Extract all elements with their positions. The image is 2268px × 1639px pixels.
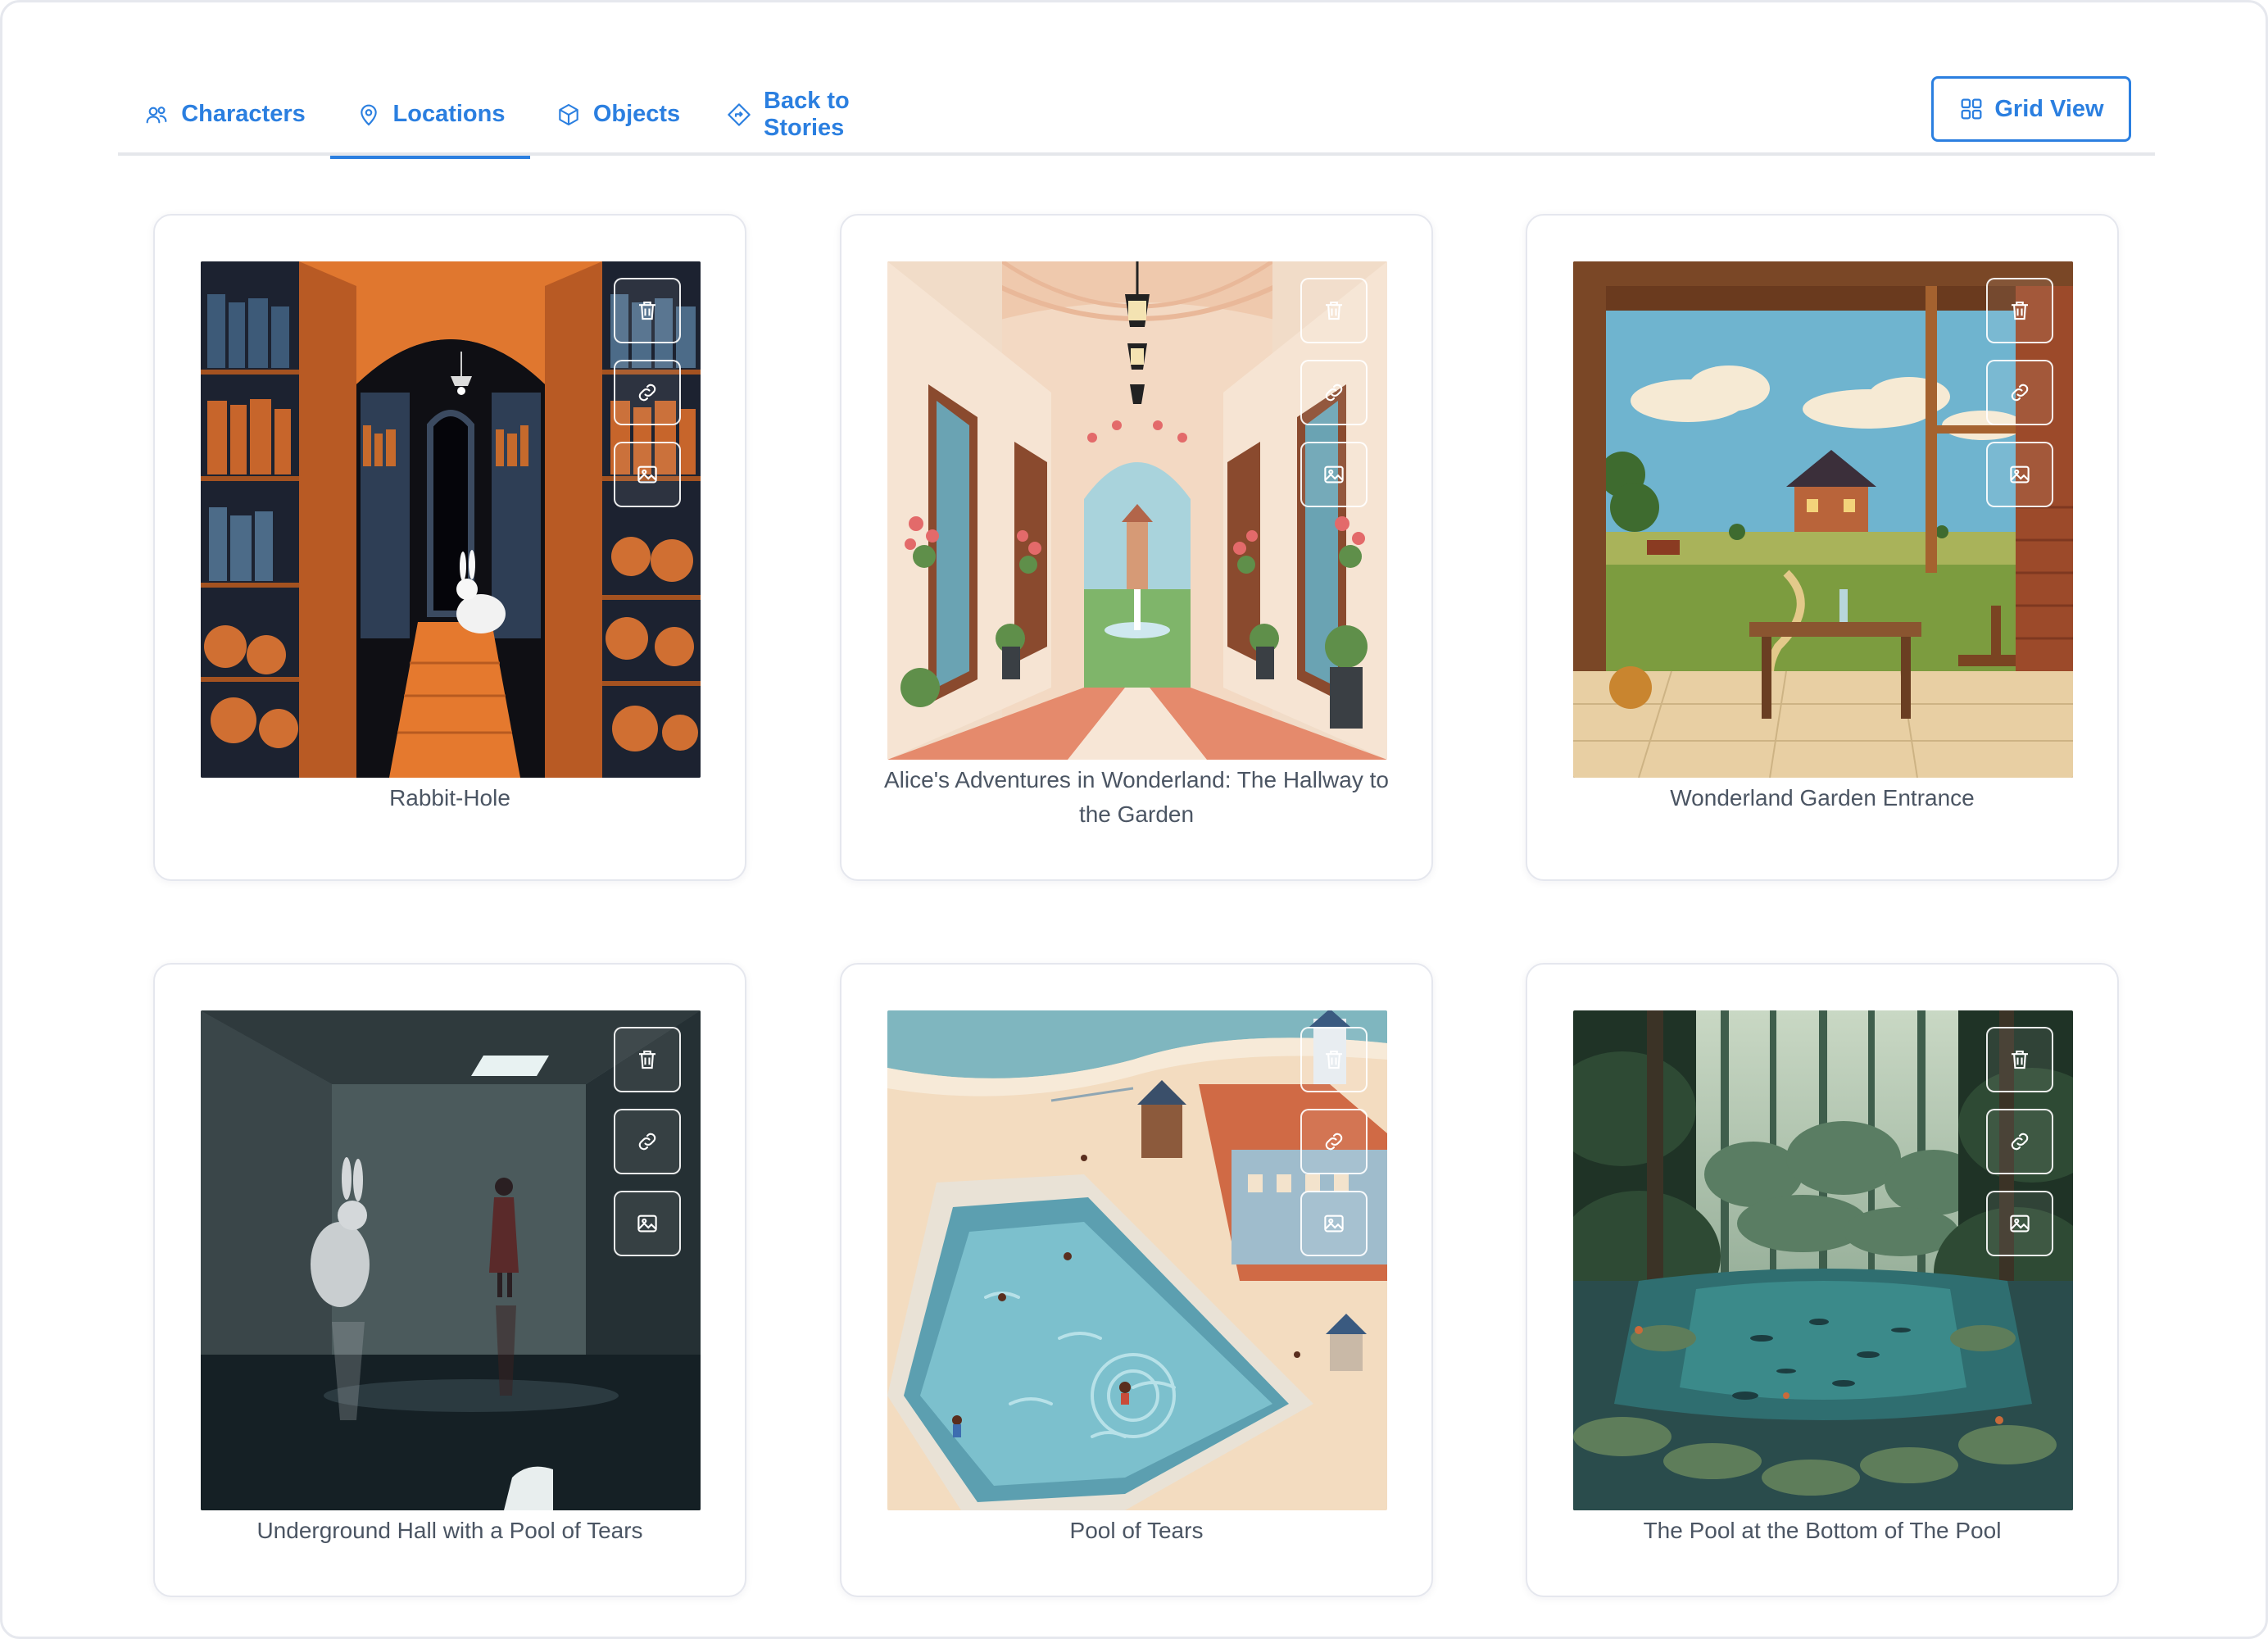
cube-icon [559, 103, 578, 125]
location-title: The Pool at the Bottom of The Pool [1643, 1518, 2002, 1543]
tab-characters-label: Characters [181, 101, 306, 127]
image-icon [637, 1214, 657, 1233]
link-button[interactable] [614, 1109, 681, 1174]
link-icon [1325, 384, 1343, 402]
tab-locations-label: Locations [392, 101, 506, 127]
link-button[interactable] [1300, 360, 1368, 425]
delete-button[interactable] [1300, 278, 1368, 343]
card-actions [1986, 278, 2053, 507]
location-image[interactable] [887, 1010, 1387, 1510]
delete-button[interactable] [614, 1027, 681, 1092]
trash-icon [639, 301, 655, 320]
card-actions [1300, 278, 1368, 507]
link-button[interactable] [1986, 360, 2053, 425]
card-actions [614, 1027, 681, 1256]
location-image[interactable] [201, 1010, 701, 1510]
trash-icon [2012, 301, 2028, 320]
grid-view-label: Grid View [1994, 95, 2104, 122]
location-card[interactable]: Wonderland Garden Entrance [1526, 214, 2119, 881]
location-image[interactable] [1573, 1010, 2073, 1510]
location-image[interactable] [887, 261, 1387, 760]
card-actions [1986, 1027, 2053, 1256]
trash-icon [1326, 301, 1342, 320]
location-title: Rabbit-Hole [389, 785, 510, 810]
tab-locations[interactable]: Locations [330, 73, 530, 159]
location-card[interactable]: Pool of Tears [840, 963, 1433, 1597]
delete-button[interactable] [1300, 1027, 1368, 1092]
tab-objects-label: Objects [592, 101, 681, 127]
image-button[interactable] [614, 442, 681, 507]
link-button[interactable] [614, 360, 681, 425]
link-icon [2011, 384, 2029, 402]
trash-icon [639, 1050, 655, 1069]
app-frame: Characters Locations Objects Back to Sto… [0, 0, 2268, 1639]
link-icon [2011, 1133, 2029, 1151]
link-button[interactable] [1986, 1109, 2053, 1174]
link-icon [638, 1133, 656, 1151]
delete-button[interactable] [1986, 278, 2053, 343]
location-title: Pool of Tears [1069, 1518, 1204, 1543]
users-icon [146, 106, 167, 123]
image-button[interactable] [614, 1191, 681, 1256]
location-image[interactable] [201, 261, 701, 778]
grid-icon [1961, 98, 1982, 120]
tab-bar: Characters Locations Objects Back to Sto… [118, 73, 2155, 159]
location-card[interactable]: Rabbit-Hole [153, 214, 746, 881]
delete-button[interactable] [614, 278, 681, 343]
image-icon [2010, 465, 2030, 484]
tab-back-to-stories[interactable]: Back to Stories [726, 73, 936, 156]
location-title: Underground Hall with a Pool of Tears [256, 1518, 643, 1543]
image-button[interactable] [1300, 442, 1368, 507]
card-actions [614, 278, 681, 507]
tab-characters[interactable]: Characters [143, 73, 306, 156]
location-card[interactable]: Underground Hall with a Pool of Tears [153, 963, 746, 1597]
image-button[interactable] [1986, 1191, 2053, 1256]
image-button[interactable] [1300, 1191, 1368, 1256]
tab-back-label: Back to Stories [764, 87, 850, 141]
image-icon [1324, 1214, 1344, 1233]
trash-icon [1326, 1050, 1342, 1069]
location-image[interactable] [1573, 261, 2073, 778]
link-icon [1325, 1133, 1343, 1151]
image-button[interactable] [1986, 442, 2053, 507]
delete-button[interactable] [1986, 1027, 2053, 1092]
image-icon [637, 465, 657, 484]
image-icon [2010, 1214, 2030, 1233]
image-icon [1324, 465, 1344, 484]
location-card[interactable]: Alice's Adventures in Wonderland: The Ha… [840, 214, 1433, 881]
trash-icon [2012, 1050, 2028, 1069]
map-pin-icon [360, 104, 377, 125]
signpost-icon [728, 102, 751, 126]
link-icon [638, 384, 656, 402]
card-actions [1300, 1027, 1368, 1256]
tab-objects[interactable]: Objects [552, 73, 683, 156]
grid-view-button[interactable]: Grid View [1931, 76, 2131, 142]
location-title: Wonderland Garden Entrance [1670, 785, 1975, 810]
link-button[interactable] [1300, 1109, 1368, 1174]
location-card[interactable]: The Pool at the Bottom of The Pool [1526, 963, 2119, 1597]
location-title: Alice's Adventures in Wonderland: The Ha… [884, 767, 1389, 827]
